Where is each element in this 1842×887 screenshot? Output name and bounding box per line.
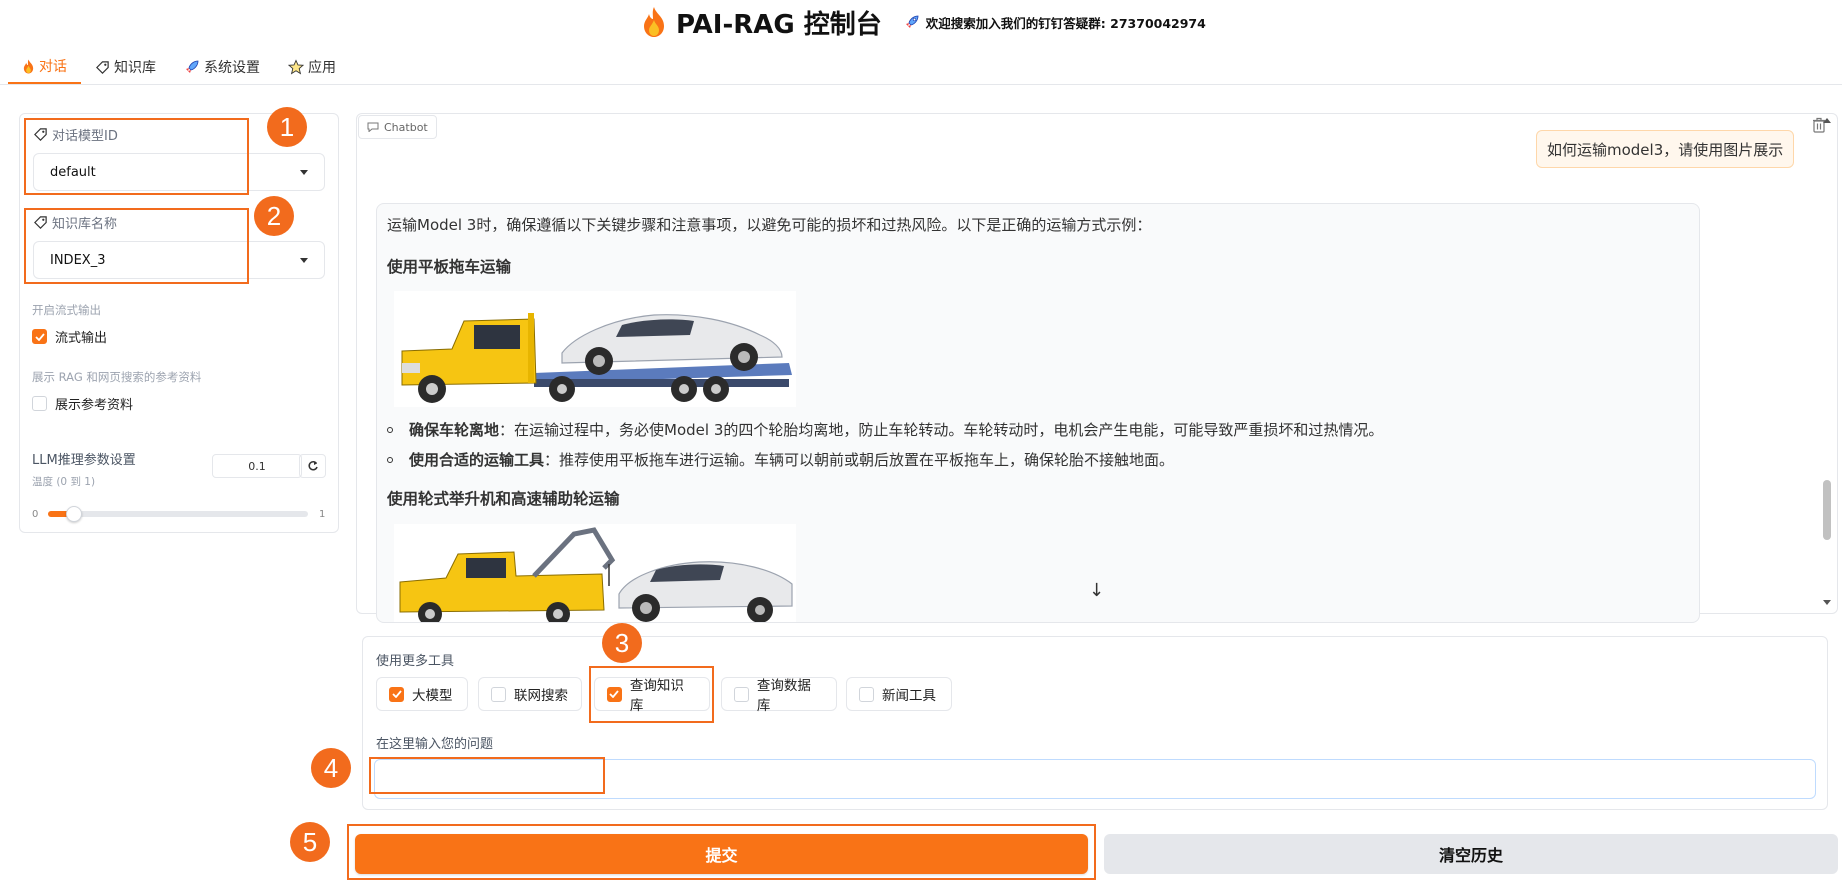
checkbox-checked-icon <box>389 686 404 702</box>
flatbed-truck-image <box>394 291 796 407</box>
bullet-item: 确保车轮离地 ：在运输过程中，务必使Model 3的四个轮胎均离地，防止车轮转动… <box>387 419 1383 440</box>
rocket-icon <box>184 59 200 75</box>
tab-knowledge-base[interactable]: 知识库 <box>81 50 170 84</box>
tool-news[interactable]: 新闻工具 <box>846 677 952 711</box>
highlight-box-1 <box>24 118 249 195</box>
checkbox-icon <box>491 686 506 702</box>
tab-chat[interactable]: 对话 <box>8 50 81 84</box>
tab-label: 知识库 <box>114 60 156 76</box>
highlight-box-2 <box>24 208 249 284</box>
highlight-box-3 <box>589 666 714 723</box>
tab-bar: 对话 知识库 系统设置 应用 <box>0 50 1842 85</box>
stream-section-label: 开启流式输出 <box>32 303 101 317</box>
tag-icon <box>95 60 110 75</box>
star-icon <box>288 59 304 75</box>
llm-params-label: LLM推理参数设置 <box>32 453 136 468</box>
tab-label: 应用 <box>308 60 336 76</box>
slider-thumb[interactable] <box>66 506 82 522</box>
checkbox-icon <box>32 396 47 411</box>
reset-button[interactable] <box>299 454 326 478</box>
chat-icon <box>367 122 379 132</box>
bullet-item: 使用合适的运输工具 ：推荐使用平板拖车进行运输。车辆可以朝前或朝后放置在平板拖车… <box>387 449 1174 470</box>
chatbot-tag-label: Chatbot <box>384 120 428 134</box>
stream-checkbox-label: 流式输出 <box>55 331 108 346</box>
header: PAI-RAG 控制台 欢迎搜索加入我们的钉钉答疑群: 27370042974 <box>0 0 1842 44</box>
checkbox-icon <box>859 686 874 702</box>
title-wrap: PAI-RAG 控制台 欢迎搜索加入我们的钉钉答疑群: 27370042974 <box>640 4 1206 40</box>
announcement-text: 欢迎搜索加入我们的钉钉答疑群: 27370042974 <box>925 15 1206 31</box>
scroll-down-arrow-icon[interactable] <box>1823 600 1831 605</box>
bot-intro: 运输Model 3时，确保遵循以下关键步骤和注意事项，以避免可能的损坏和过热风险… <box>387 216 1152 234</box>
tool-label: 联网搜索 <box>514 688 568 704</box>
announcement: 欢迎搜索加入我们的钉钉答疑群: 27370042974 <box>904 13 1206 32</box>
step-badge-3: 3 <box>602 623 642 663</box>
temperature-label: 温度 (0 到 1) <box>32 476 96 488</box>
tool-label: 新闻工具 <box>882 688 936 704</box>
tab-label: 系统设置 <box>204 60 260 76</box>
tool-web-search[interactable]: 联网搜索 <box>478 677 582 711</box>
highlight-box-5 <box>347 824 1096 880</box>
step-badge-2: 2 <box>254 196 294 236</box>
temperature-input[interactable]: 0.1 <box>212 454 302 478</box>
tab-label: 对话 <box>39 59 67 75</box>
bot-heading-1: 使用平板拖车运输 <box>387 258 512 276</box>
ref-checkbox-label: 展示参考资料 <box>55 398 134 413</box>
step-badge-5: 5 <box>290 822 330 862</box>
scroll-thumb[interactable] <box>1823 480 1831 540</box>
scroll-up-icon[interactable] <box>1823 118 1831 123</box>
flame-icon <box>22 59 35 74</box>
tab-apps[interactable]: 应用 <box>274 50 350 84</box>
temperature-slider[interactable] <box>48 511 308 517</box>
bullet-text: ：推荐使用平板拖车进行运输。车辆可以朝前或朝后放置在平板拖车上，确保轮胎不接触地… <box>544 451 1175 469</box>
checkbox-checked-icon <box>32 329 47 344</box>
chatbot-tag: Chatbot <box>358 115 437 139</box>
wheel-lift-truck-image <box>394 524 796 622</box>
ref-section-label: 展示 RAG 和网页搜索的参考资料 <box>32 370 202 384</box>
tool-label: 查询数据库 <box>756 678 811 714</box>
bullet-icon <box>387 456 393 463</box>
page-title: PAI-RAG 控制台 <box>676 9 882 40</box>
ref-checkbox[interactable]: 展示参考资料 <box>32 394 133 413</box>
rocket-icon <box>905 15 919 28</box>
tool-query-db[interactable]: 查询数据库 <box>721 677 837 714</box>
step-badge-1: 1 <box>267 107 307 147</box>
bot-message: 运输Model 3时，确保遵循以下关键步骤和注意事项，以避免可能的损坏和过热风险… <box>376 203 1700 623</box>
scroll-down-icon[interactable]: ↓ <box>1089 580 1104 601</box>
bullet-text: ：在运输过程中，务必使Model 3的四个轮胎均离地，防止车轮转动。车轮转动时，… <box>499 421 1384 439</box>
bullet-bold: 确保车轮离地 <box>409 421 500 439</box>
step-badge-4: 4 <box>311 748 351 788</box>
user-message: 如何运输model3，请使用图片展示 <box>1536 130 1795 168</box>
clear-history-button[interactable]: 清空历史 <box>1104 834 1838 874</box>
bot-heading-2: 使用轮式举升机和高速辅助轮运输 <box>387 490 620 508</box>
question-label: 在这里输入您的问题 <box>376 737 494 752</box>
tool-llm[interactable]: 大模型 <box>376 677 468 711</box>
slider-min-label: 0 <box>32 509 39 520</box>
bullet-bold: 使用合适的运输工具 <box>409 451 545 469</box>
checkbox-icon <box>734 686 749 702</box>
highlight-box-4 <box>369 757 605 794</box>
chevron-down-icon <box>300 169 308 175</box>
flame-icon <box>644 7 664 37</box>
bullet-icon <box>387 426 393 433</box>
tab-settings[interactable]: 系统设置 <box>170 50 274 84</box>
tool-label: 大模型 <box>412 688 453 704</box>
tools-label: 使用更多工具 <box>376 654 455 669</box>
stream-checkbox[interactable]: 流式输出 <box>32 327 107 346</box>
reset-icon <box>307 461 318 471</box>
chevron-down-icon <box>300 257 308 263</box>
slider-max-label: 1 <box>319 509 326 520</box>
